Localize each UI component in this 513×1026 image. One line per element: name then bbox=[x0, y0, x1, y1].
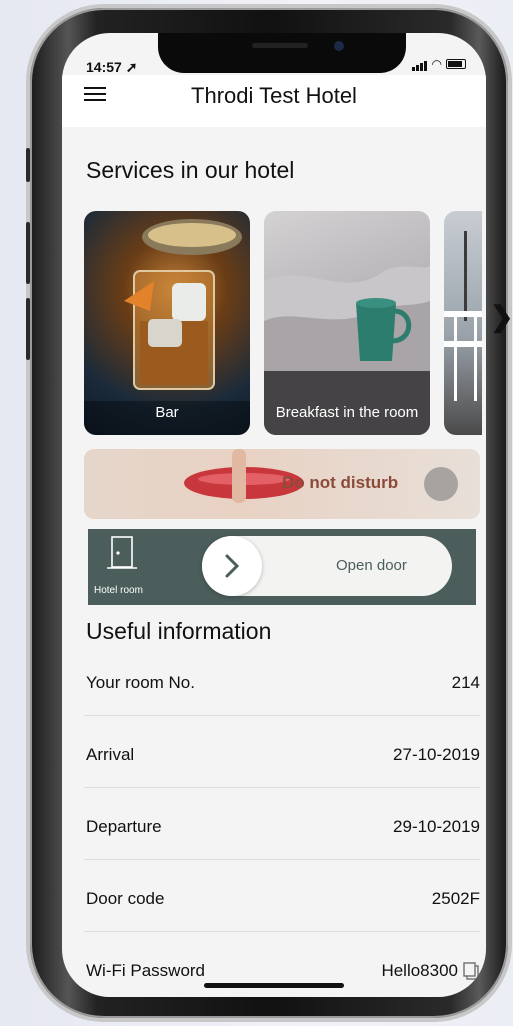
signal-icon bbox=[411, 57, 428, 71]
door-icon bbox=[107, 536, 137, 569]
mute-switch bbox=[26, 148, 30, 182]
front-camera bbox=[334, 41, 344, 51]
door-panel: Hotel room Open door bbox=[88, 529, 476, 605]
info-value: 2502F bbox=[431, 889, 480, 908]
info-label: Door code bbox=[86, 889, 165, 908]
service-card-bar[interactable]: Bar bbox=[84, 211, 250, 435]
volume-up-button bbox=[26, 222, 30, 284]
battery-icon bbox=[446, 59, 466, 69]
services-carousel[interactable]: Bar Breakfast in the room bbox=[84, 211, 482, 439]
service-card-partial[interactable] bbox=[444, 211, 482, 435]
service-label-bar: Bar bbox=[155, 404, 179, 421]
info-row-room: Your room No. 214 bbox=[84, 643, 480, 716]
volume-down-button bbox=[26, 298, 30, 360]
info-label: Departure bbox=[86, 817, 162, 836]
open-door-slider[interactable]: Open door bbox=[202, 536, 452, 596]
open-door-label: Open door bbox=[336, 557, 407, 574]
bar-image bbox=[84, 219, 250, 435]
do-not-disturb-switch[interactable] bbox=[424, 467, 458, 501]
location-arrow-icon: ➚ bbox=[125, 59, 138, 75]
status-time: 14:57 ➚ bbox=[86, 59, 138, 75]
copy-icon[interactable] bbox=[462, 961, 480, 981]
chevron-right-icon bbox=[225, 554, 240, 578]
info-row-door-code: Door code 2502F bbox=[84, 859, 480, 932]
info-value: 214 bbox=[451, 673, 480, 692]
info-label: Arrival bbox=[86, 745, 135, 764]
do-not-disturb-label: Do not disturb bbox=[282, 473, 399, 492]
status-icons: ◠ bbox=[411, 57, 466, 71]
app-header: Throdi Test Hotel bbox=[62, 75, 486, 127]
info-value: 29-10-2019 bbox=[393, 817, 480, 836]
info-row-arrival: Arrival 27-10-2019 bbox=[84, 715, 480, 788]
do-not-disturb-toggle-row[interactable]: Do not disturb bbox=[84, 449, 480, 519]
chevron-right-icon[interactable]: ❯ bbox=[490, 300, 513, 333]
app-screen: 14:57 ➚ ◠ Throdi Test Hotel Services in … bbox=[62, 33, 486, 997]
services-title: Services in our hotel bbox=[86, 157, 295, 183]
info-value: Hello8300 bbox=[381, 961, 458, 980]
info-label: Your room No. bbox=[86, 673, 195, 692]
home-indicator[interactable] bbox=[204, 983, 344, 988]
info-label: Wi-Fi Password bbox=[86, 961, 206, 980]
page-title: Throdi Test Hotel bbox=[191, 83, 357, 108]
wifi-icon: ◠ bbox=[431, 57, 442, 71]
breakfast-image bbox=[264, 266, 430, 435]
slider-knob[interactable] bbox=[202, 536, 262, 596]
info-value: 27-10-2019 bbox=[393, 745, 480, 764]
partial-card-image bbox=[444, 231, 482, 401]
notch bbox=[158, 33, 406, 73]
info-row-departure: Departure 29-10-2019 bbox=[84, 787, 480, 860]
useful-info-title: Useful information bbox=[86, 618, 272, 644]
speaker bbox=[252, 43, 308, 48]
door-caption: Hotel room bbox=[94, 585, 143, 596]
service-card-breakfast[interactable]: Breakfast in the room bbox=[264, 211, 430, 435]
service-label-breakfast: Breakfast in the room bbox=[275, 404, 419, 421]
